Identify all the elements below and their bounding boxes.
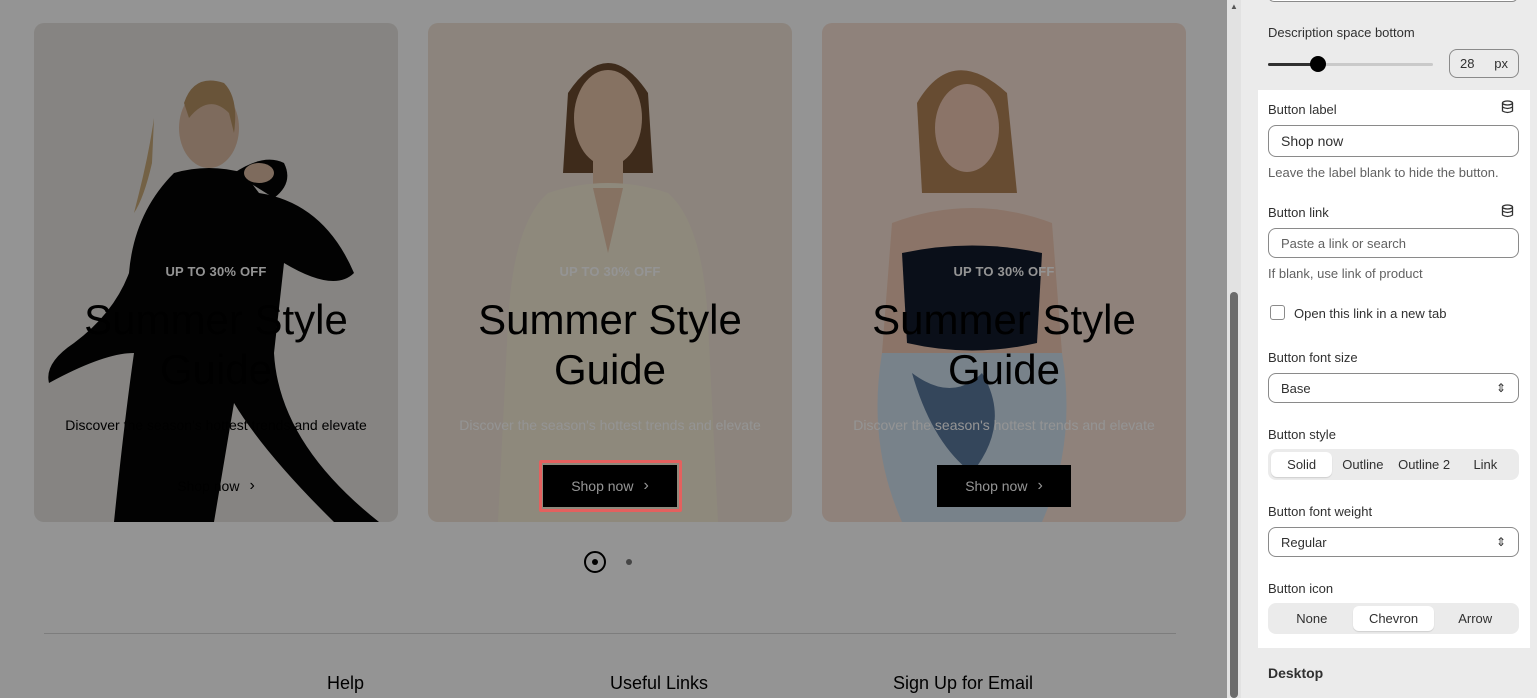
- select-chevron-icon: ⇕: [1495, 535, 1506, 549]
- slide-card-1: UP TO 30% OFF Summer Style Guide Discove…: [34, 23, 398, 522]
- button-label-input[interactable]: Shop now: [1268, 125, 1519, 157]
- style-option-outline[interactable]: Outline: [1332, 452, 1393, 477]
- description-space-unit: px: [1494, 56, 1508, 71]
- chevron-right-icon: ›: [249, 477, 255, 494]
- icon-option-arrow[interactable]: Arrow: [1434, 606, 1516, 631]
- chevron-right-icon: ›: [1037, 477, 1043, 494]
- button-label-title: Button label: [1268, 102, 1337, 117]
- pagination-dot[interactable]: [626, 559, 632, 565]
- button-link-help: If blank, use link of product: [1268, 266, 1423, 281]
- description-space-bottom-label: Description space bottom: [1268, 25, 1415, 40]
- button-label-value: Shop now: [1281, 133, 1344, 149]
- style-option-link[interactable]: Link: [1455, 452, 1516, 477]
- style-option-solid[interactable]: Solid: [1271, 452, 1333, 477]
- shop-now-button[interactable]: Shop now ›: [937, 465, 1071, 507]
- pagination-dot-active[interactable]: [584, 551, 606, 573]
- previous-field[interactable]: [1268, 0, 1518, 2]
- button-link-input[interactable]: Paste a link or search: [1268, 228, 1519, 258]
- footer-help-heading: Help: [327, 673, 365, 693]
- slide-card-2: UP TO 30% OFF Summer Style Guide Discove…: [428, 23, 792, 522]
- style-option-outline-2[interactable]: Outline 2: [1394, 452, 1455, 477]
- button-font-weight-title: Button font weight: [1268, 504, 1373, 519]
- card-description: Discover the season's hottest trends and…: [853, 417, 1155, 433]
- button-label-help: Leave the label blank to hide the button…: [1268, 165, 1499, 180]
- button-font-size-value: Base: [1281, 380, 1311, 396]
- button-icon-segmented: None Chevron Arrow: [1268, 603, 1519, 634]
- card-eyebrow: UP TO 30% OFF: [559, 264, 661, 279]
- description-space-input[interactable]: 28 px: [1449, 49, 1519, 78]
- card-headline: Summer Style Guide: [84, 296, 348, 393]
- button-font-weight-select[interactable]: Regular ⇕: [1268, 527, 1519, 557]
- settings-panel: Description space bottom 28 px Button la…: [1241, 0, 1537, 698]
- shop-now-button[interactable]: Shop now ›: [149, 465, 283, 507]
- button-link-placeholder: Paste a link or search: [1281, 235, 1407, 251]
- select-chevron-icon: ⇕: [1495, 381, 1506, 395]
- preview-scrollbar[interactable]: ▲: [1227, 0, 1241, 698]
- description-space-slider[interactable]: [1268, 56, 1433, 72]
- card-description: Discover the season's hottest trends and…: [65, 417, 367, 433]
- footer-divider: [44, 633, 1176, 634]
- button-settings-group: Button label Shop now Leave the label bl…: [1258, 90, 1530, 648]
- scroll-up-arrow-icon[interactable]: ▲: [1230, 2, 1238, 11]
- button-font-weight-value: Regular: [1281, 534, 1327, 550]
- store-preview: UP TO 30% OFF Summer Style Guide Discove…: [0, 0, 1227, 698]
- desktop-section-heading: Desktop: [1268, 665, 1324, 681]
- description-space-value: 28: [1460, 56, 1475, 71]
- shop-now-label: Shop now: [177, 478, 240, 494]
- scrollbar-thumb[interactable]: [1230, 292, 1238, 698]
- button-style-segmented: Solid Outline Outline 2 Link: [1268, 449, 1519, 480]
- footer-useful-links-heading: Useful Links: [610, 673, 709, 693]
- new-tab-label: Open this link in a new tab: [1294, 306, 1447, 321]
- card-description: Discover the season's hottest trends and…: [459, 417, 761, 433]
- card-eyebrow: UP TO 30% OFF: [165, 264, 267, 279]
- slider-pagination: [584, 551, 632, 573]
- database-icon[interactable]: [1501, 204, 1514, 218]
- icon-option-none[interactable]: None: [1271, 606, 1353, 631]
- database-icon[interactable]: [1501, 100, 1514, 114]
- slide-card-3: UP TO 30% OFF Summer Style Guide Discove…: [822, 23, 1186, 522]
- footer-sign-up-heading: Sign Up for Email: [893, 673, 1034, 693]
- button-icon-title: Button icon: [1268, 581, 1334, 596]
- card-headline: Summer Style Guide: [478, 296, 742, 393]
- shop-now-label: Shop now: [965, 478, 1028, 494]
- button-style-title: Button style: [1268, 427, 1336, 442]
- card-eyebrow: UP TO 30% OFF: [953, 264, 1055, 279]
- slider-handle[interactable]: [1310, 56, 1326, 72]
- button-font-size-select[interactable]: Base ⇕: [1268, 373, 1519, 403]
- button-font-size-title: Button font size: [1268, 350, 1358, 365]
- new-tab-checkbox[interactable]: [1270, 305, 1285, 320]
- selected-element-highlight: [539, 460, 682, 512]
- button-link-title: Button link: [1268, 205, 1329, 220]
- card-headline: Summer Style Guide: [872, 296, 1136, 393]
- icon-option-chevron[interactable]: Chevron: [1352, 606, 1435, 631]
